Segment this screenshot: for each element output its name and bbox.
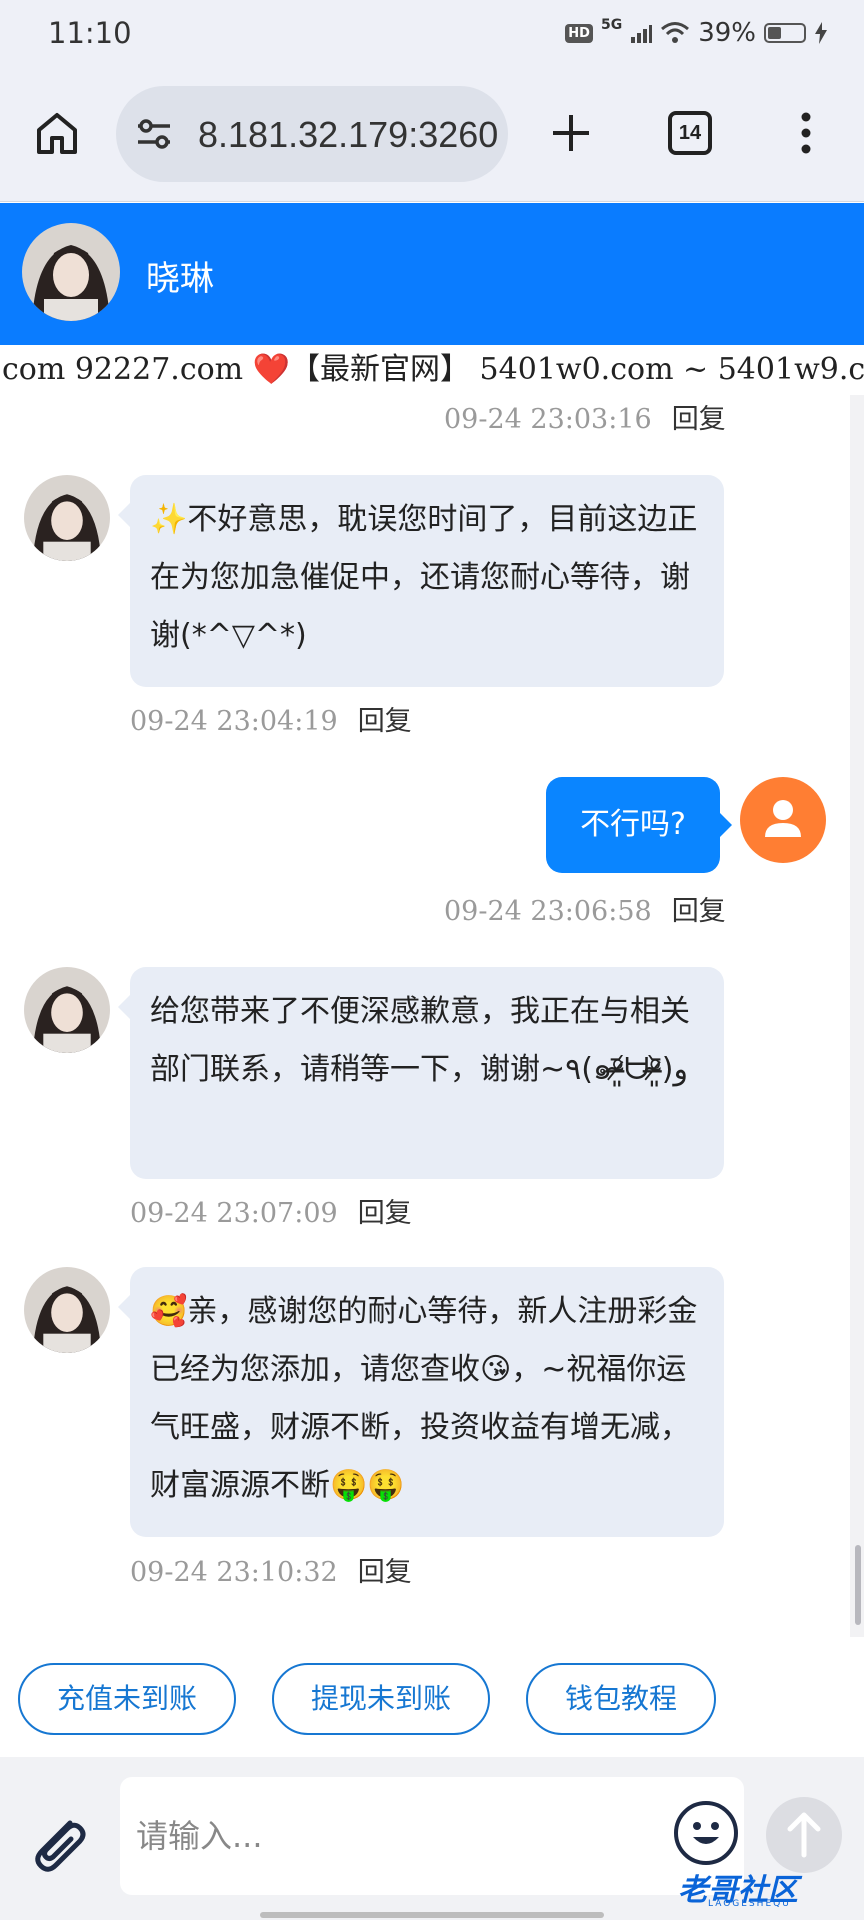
marquee-text: com 92227.com ❤️【最新官网】 5401w0.com ~ 5401…	[2, 352, 864, 387]
wifi-icon	[661, 22, 690, 43]
reply-button[interactable]: 回复	[672, 404, 726, 435]
arrow-up-icon	[787, 1812, 821, 1858]
reply-button[interactable]: 回复	[358, 706, 412, 737]
agent-name: 晓琳	[146, 259, 214, 299]
scrollbar-thumb[interactable]	[855, 1545, 861, 1625]
charging-icon	[815, 22, 827, 44]
quick-wallet-tutorial-button[interactable]: 钱包教程	[526, 1663, 716, 1735]
user-icon	[765, 800, 801, 837]
address-bar[interactable]: 8.181.32.179:3260	[116, 86, 508, 182]
agent-message-bubble: 给您带来了不便深感歉意，我正在与相关部门联系，请稍等一下，谢谢~٩(๑ᵒ̴̶̷͈…	[118, 967, 724, 1179]
hd-icon: HD	[565, 23, 593, 43]
new-tab-plus-icon[interactable]	[548, 110, 594, 156]
agent-avatar[interactable]	[24, 967, 110, 1053]
chat-scrollbar[interactable]	[850, 395, 864, 1637]
agent-message-bubble: 🥰亲，感谢您的耐心等待，新人注册彩金已经为您添加，请您查收😘，~祝福你运气旺盛，…	[118, 1267, 724, 1537]
status-icons: HD 5G 39%	[565, 16, 828, 50]
quick-recharge-button[interactable]: 充值未到账	[18, 1663, 236, 1735]
message-input-bar: 老哥社区 LAOGESHEQU	[0, 1757, 864, 1920]
site-settings-icon[interactable]	[134, 114, 174, 154]
attachment-icon[interactable]	[24, 1807, 94, 1877]
message-meta: 09-24 23:06:58 回复	[444, 889, 726, 928]
home-indicator[interactable]	[260, 1912, 604, 1918]
url-text: 8.181.32.179:3260	[198, 114, 499, 155]
message-time: 09-24 23:04:19	[130, 706, 338, 737]
battery-percent: 39%	[698, 18, 756, 48]
status-time: 11:10	[48, 16, 132, 50]
emoji-icon[interactable]	[674, 1801, 738, 1865]
user-message-bubble: 不行吗?	[546, 777, 732, 873]
reply-button[interactable]: 回复	[672, 896, 726, 927]
send-button[interactable]	[766, 1797, 842, 1873]
announcement-marquee: com 92227.com ❤️【最新官网】 5401w0.com ~ 5401…	[0, 345, 864, 395]
quick-actions-bar: 充值未到账 提现未到账 钱包教程	[0, 1637, 864, 1757]
message-meta: 09-24 23:10:32 回复	[130, 1550, 412, 1589]
message-input[interactable]	[120, 1777, 744, 1895]
smiley-face-icon	[693, 1822, 719, 1844]
message-meta: 09-24 23:04:19 回复	[130, 699, 412, 738]
agent-avatar[interactable]	[22, 223, 120, 321]
signal-icon	[631, 25, 653, 43]
message-time: 09-24 23:07:09	[130, 1198, 338, 1229]
message-time: 09-24 23:10:32	[130, 1557, 338, 1588]
tabs-count-button[interactable]: 14	[668, 111, 712, 155]
chat-messages[interactable]: 09-24 23:03:16 回复 ✨不好意思，耽误您时间了，目前这边正在为您加急…	[0, 395, 864, 1637]
agent-avatar[interactable]	[24, 1267, 110, 1353]
agent-message-bubble: ✨不好意思，耽误您时间了，目前这边正在为您加急催促中，还请您耐心等待，谢谢(*^…	[118, 475, 724, 687]
browser-toolbar: 8.181.32.179:3260 14	[0, 66, 864, 202]
home-icon[interactable]	[34, 110, 80, 156]
chat-header: 晓琳	[0, 203, 864, 345]
watermark-subtext: LAOGESHEQU	[708, 1899, 791, 1909]
status-bar: 11:10 HD 5G 39%	[0, 0, 864, 66]
more-vert-icon[interactable]	[788, 110, 824, 156]
user-avatar[interactable]	[740, 777, 826, 863]
message-meta: 09-24 23:03:16 回复	[444, 397, 726, 436]
battery-level	[768, 27, 781, 39]
agent-avatar[interactable]	[24, 475, 110, 561]
reply-button[interactable]: 回复	[358, 1198, 412, 1229]
reply-button[interactable]: 回复	[358, 1557, 412, 1588]
quick-withdraw-button[interactable]: 提现未到账	[272, 1663, 490, 1735]
network-type: 5G	[600, 17, 623, 33]
message-time: 09-24 23:03:16	[444, 404, 652, 435]
message-meta: 09-24 23:07:09 回复	[130, 1191, 412, 1230]
message-time: 09-24 23:06:58	[444, 896, 652, 927]
battery-icon	[764, 23, 806, 43]
